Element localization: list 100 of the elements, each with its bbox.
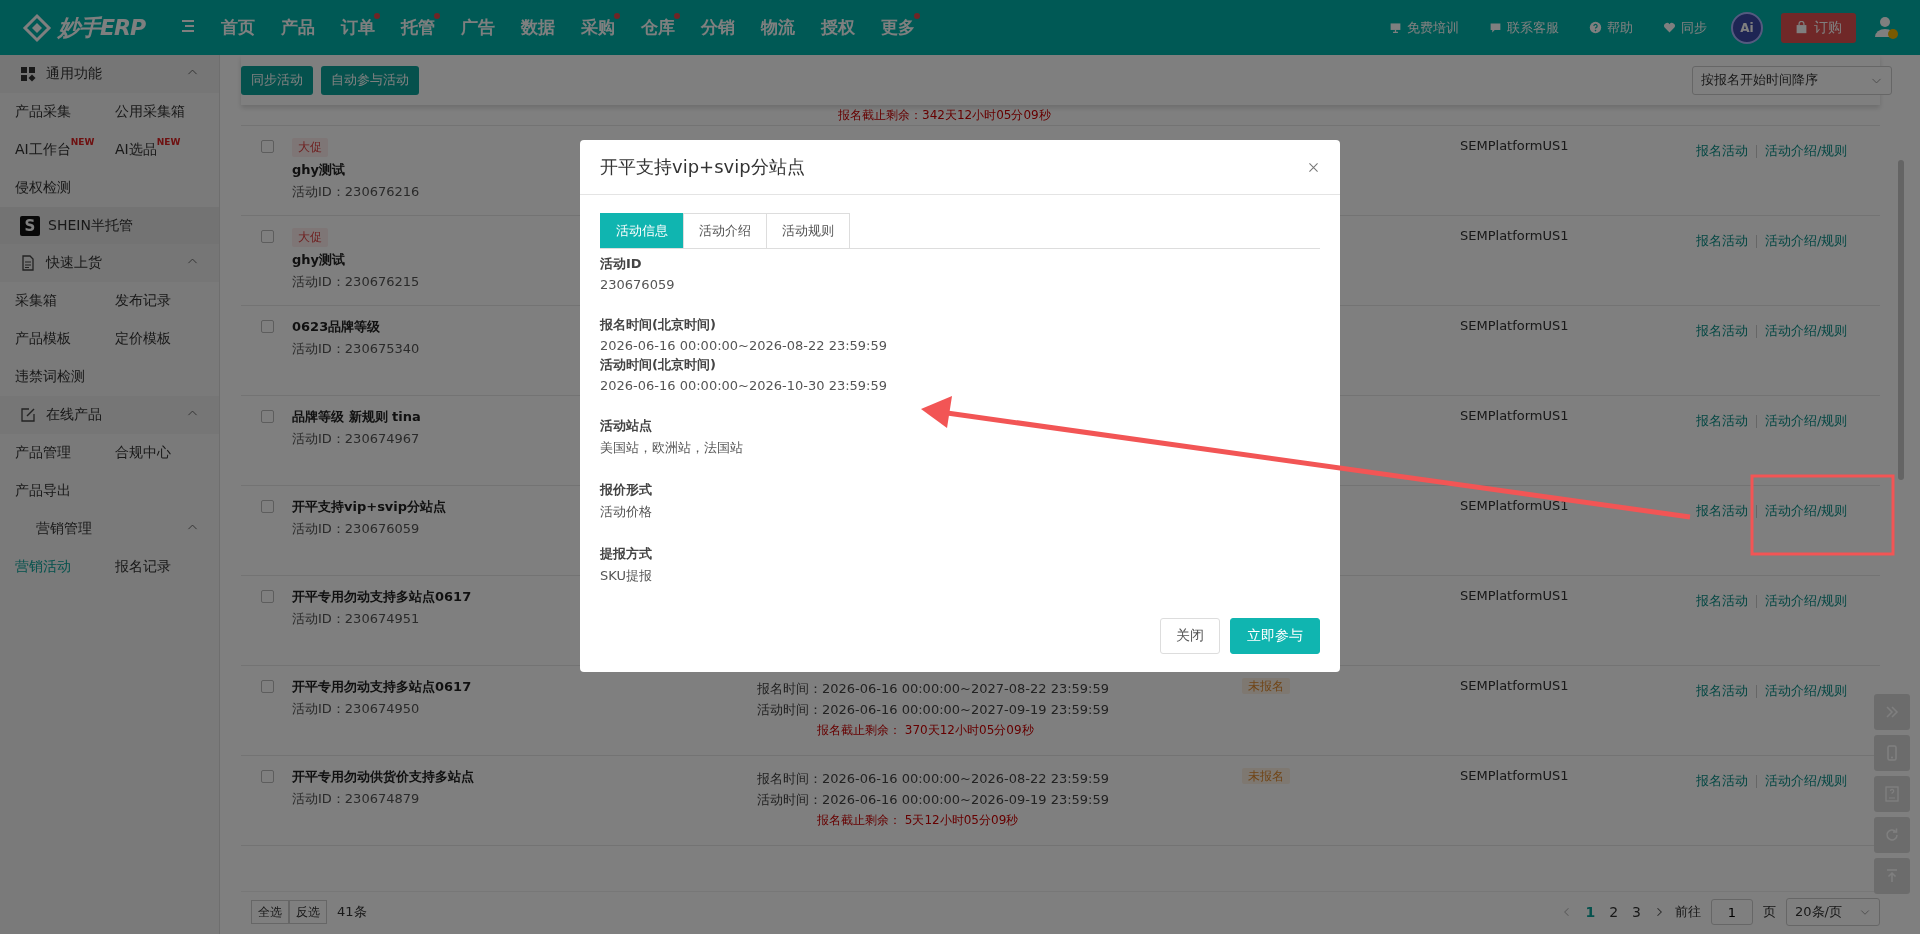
header-link[interactable]: 帮助 [1583, 17, 1639, 38]
section-header[interactable]: 通用功能 [0, 55, 219, 93]
sidebar-item[interactable]: 产品模板 [15, 320, 71, 358]
toolbar-button[interactable]: 自动参与活动 [321, 65, 419, 95]
sidebar-item[interactable]: 采集箱 [15, 282, 57, 320]
section-header[interactable]: 营销管理 [0, 510, 219, 548]
deadline-text: 报名截止剩余： 370天12小时05分09秒 [816, 722, 1035, 739]
dialog-tab[interactable]: 活动规则 [766, 213, 850, 248]
row-checkbox[interactable] [261, 770, 274, 783]
activity-id: 活动ID：230674879 [292, 790, 420, 808]
sidebar-item[interactable]: 发布记录 [115, 282, 171, 320]
cancel-button[interactable]: 关闭 [1160, 618, 1220, 654]
activity-id: 活动ID：230676216 [292, 183, 420, 201]
header-link[interactable]: 同步 [1657, 17, 1713, 38]
store-name: SEMPlatformUS1 [1460, 768, 1570, 783]
header-link[interactable]: 联系客服 [1483, 17, 1565, 38]
ai-badge[interactable]: Ai [1731, 11, 1763, 44]
promo-tag: 大促 [292, 228, 328, 247]
store-name: SEMPlatformUS1 [1460, 408, 1570, 423]
action-link[interactable]: 报名活动 [1696, 502, 1756, 520]
sidebar-item[interactable]: 产品管理 [15, 434, 71, 472]
toolbar-button[interactable]: 同步活动 [241, 65, 313, 95]
sort-dropdown[interactable]: 按报名开始时间降序 [1692, 65, 1892, 95]
page-number[interactable]: 3 [1630, 904, 1643, 920]
action-link[interactable]: 活动介绍/规则 [1757, 592, 1856, 610]
sidebar-item[interactable]: 产品导出 [15, 472, 71, 510]
sidebar-item[interactable]: 违禁词检测 [15, 358, 85, 396]
nav-item[interactable]: 更多 [868, 16, 928, 39]
section-title: 营销管理 [36, 520, 93, 538]
nav-item[interactable]: 物流 [748, 16, 808, 39]
section-title: 快速上货 [46, 254, 103, 272]
action-link[interactable]: 活动介绍/规则 [1757, 682, 1856, 700]
sidebar-item[interactable]: 公用采集箱 [115, 93, 185, 131]
action-link[interactable]: 活动介绍/规则 [1757, 142, 1856, 160]
close-button[interactable] [1307, 160, 1320, 174]
sidebar-item[interactable]: 侵权检测 [15, 169, 71, 207]
row-checkbox[interactable] [261, 500, 274, 513]
row-checkbox[interactable] [261, 140, 274, 153]
header-link[interactable]: 免费培训 [1383, 17, 1465, 38]
store-name: SEMPlatformUS1 [1460, 138, 1570, 153]
nav-item[interactable]: 首页 [208, 16, 268, 39]
nav-item[interactable]: 分销 [688, 16, 748, 39]
page-number[interactable]: 2 [1607, 904, 1621, 920]
nav-item[interactable]: 数据 [508, 16, 568, 39]
field-value: 230676059 [600, 277, 676, 292]
order-button[interactable]: 订购 [1781, 12, 1856, 43]
nav-item[interactable]: 托管 [388, 16, 448, 39]
avatar-icon [1874, 14, 1900, 41]
action-link[interactable]: 报名活动 [1696, 232, 1756, 250]
screen-icon [1389, 21, 1402, 34]
action-link[interactable]: 报名活动 [1696, 322, 1756, 340]
sidebar-group[interactable]: S SHEIN半托管 [0, 207, 219, 244]
action-link[interactable]: 报名活动 [1696, 682, 1756, 700]
action-link[interactable]: 报名活动 [1696, 412, 1756, 430]
action-link[interactable]: 报名活动 [1696, 772, 1756, 790]
page-number[interactable]: 1 [1583, 904, 1598, 920]
action-link[interactable]: 活动介绍/规则 [1757, 412, 1856, 430]
section-header[interactable]: 在线产品 [0, 396, 219, 434]
nav-item[interactable]: 订单 [328, 16, 388, 39]
activity-id: 活动ID：230676215 [292, 273, 420, 291]
nav-item[interactable]: 产品 [268, 16, 328, 39]
row-checkbox[interactable] [261, 320, 274, 333]
action-link[interactable]: 活动介绍/规则 [1757, 772, 1856, 790]
sidebar-item[interactable]: 营销活动 [15, 548, 71, 586]
sidebar-item[interactable]: 报名记录 [115, 548, 171, 586]
row-checkbox[interactable] [261, 590, 274, 603]
page-size-dropdown[interactable]: 20条/页 [1786, 898, 1880, 926]
deadline-text: 报名截止剩余： 5天12小时05分09秒 [816, 812, 1020, 829]
row-checkbox[interactable] [261, 230, 274, 243]
row-checkbox[interactable] [261, 680, 274, 693]
dialog-tab[interactable]: 活动介绍 [683, 213, 767, 248]
action-link[interactable]: 活动介绍/规则 [1757, 322, 1856, 340]
store-name: SEMPlatformUS1 [1460, 498, 1570, 513]
row-checkbox[interactable] [261, 410, 274, 423]
nav-item[interactable]: 授权 [808, 16, 868, 39]
field-value: 2026-06-16 00:00:00~2026-10-30 23:59:59 [600, 378, 889, 393]
action-link[interactable]: 活动介绍/规则 [1757, 502, 1856, 520]
select-button[interactable]: 反选 [289, 900, 327, 924]
sidebar-item[interactable]: 定价模板 [115, 320, 171, 358]
sidebar-item[interactable]: 产品采集 [15, 93, 71, 131]
nav-item[interactable]: 广告 [448, 16, 508, 39]
nav-item[interactable]: 仓库 [628, 16, 688, 39]
field-label: 报价形式 [600, 481, 653, 499]
action-link[interactable]: 活动介绍/规则 [1757, 232, 1856, 250]
join-button[interactable]: 立即参与 [1230, 618, 1320, 654]
action-link[interactable]: 报名活动 [1696, 592, 1756, 610]
nav-item[interactable]: 采购 [568, 16, 628, 39]
sidebar-item[interactable]: 合规中心 [115, 434, 171, 472]
page-input[interactable]: 1 [1711, 899, 1753, 925]
select-button[interactable]: 全选 [251, 900, 289, 924]
shein-logo: S [20, 215, 40, 236]
section-header[interactable]: 快速上货 [0, 244, 219, 282]
scrollbar[interactable] [1898, 160, 1904, 480]
dialog-tab[interactable]: 活动信息 [600, 213, 684, 248]
new-label: NEW [156, 137, 181, 147]
header-link-label: 免费培训 [1407, 18, 1459, 37]
action-link[interactable]: 报名活动 [1696, 142, 1756, 160]
dialog-title: 开平支持vip+svip分站点 [600, 155, 805, 179]
bag-icon [1795, 21, 1808, 34]
close-icon [1307, 160, 1320, 174]
